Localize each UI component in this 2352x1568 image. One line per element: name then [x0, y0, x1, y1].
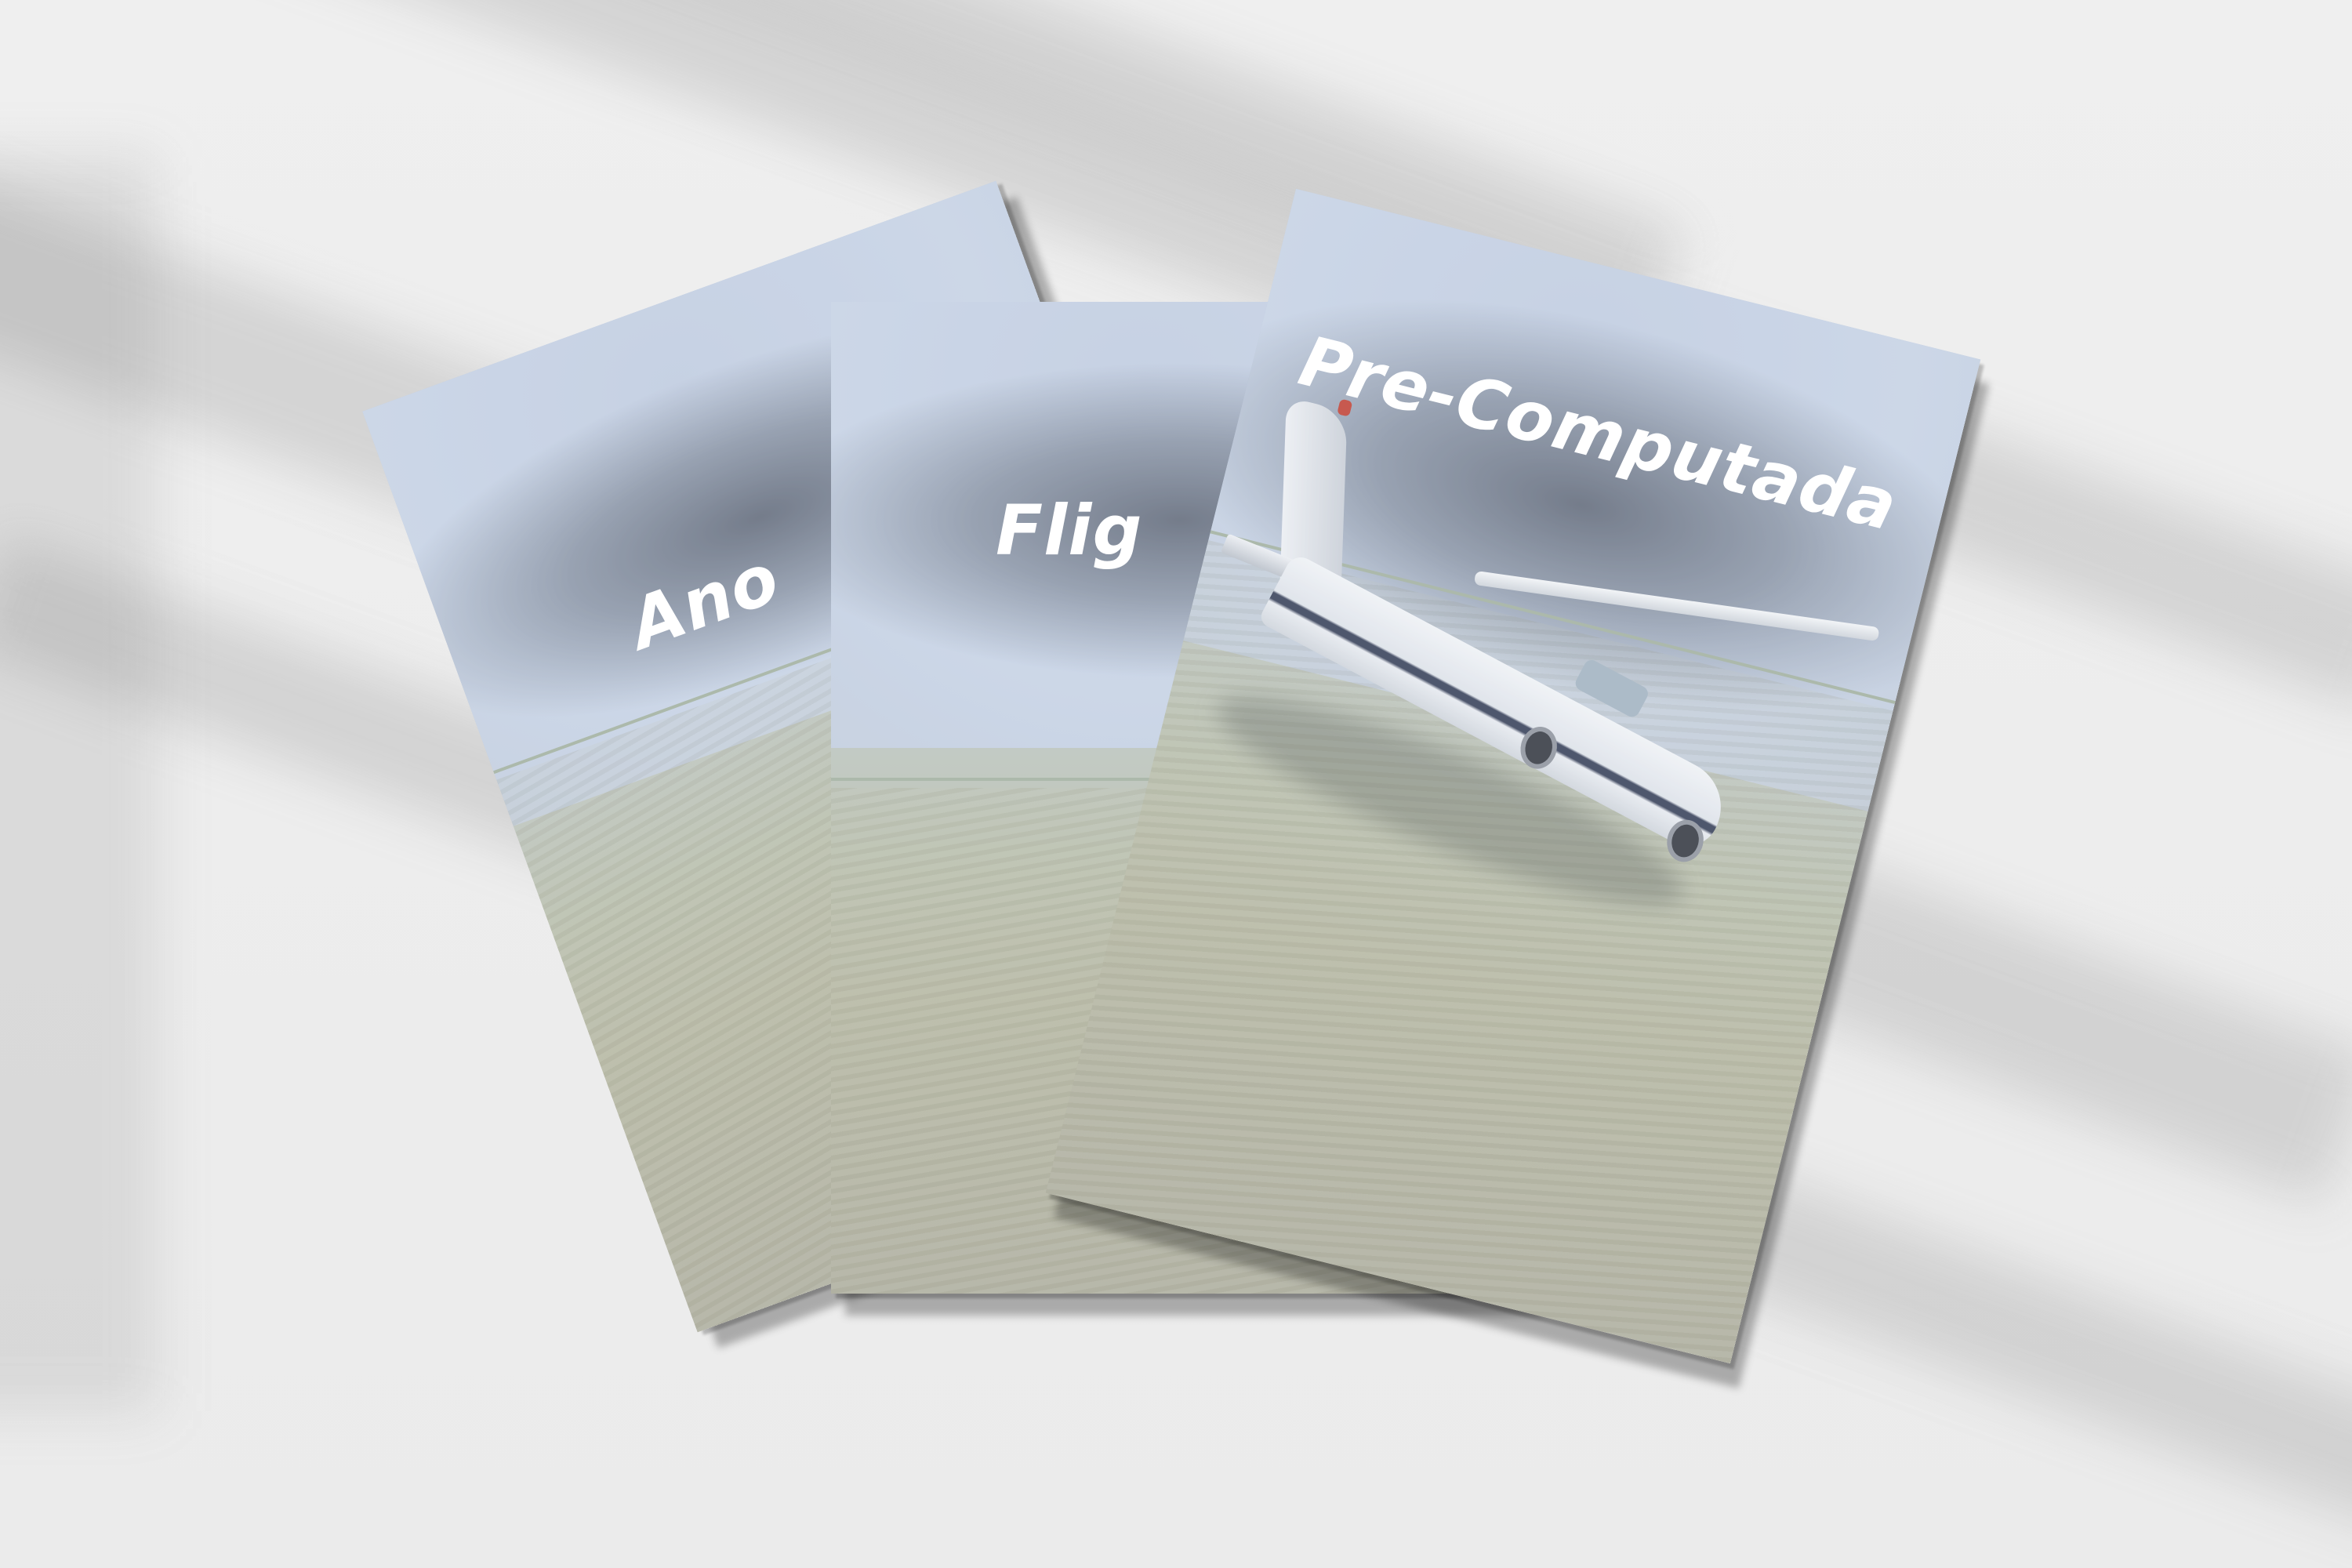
- window-shadow-5: [0, 157, 157, 1411]
- mockup-scene: Ano Flig Pre-Computada: [0, 0, 2352, 1568]
